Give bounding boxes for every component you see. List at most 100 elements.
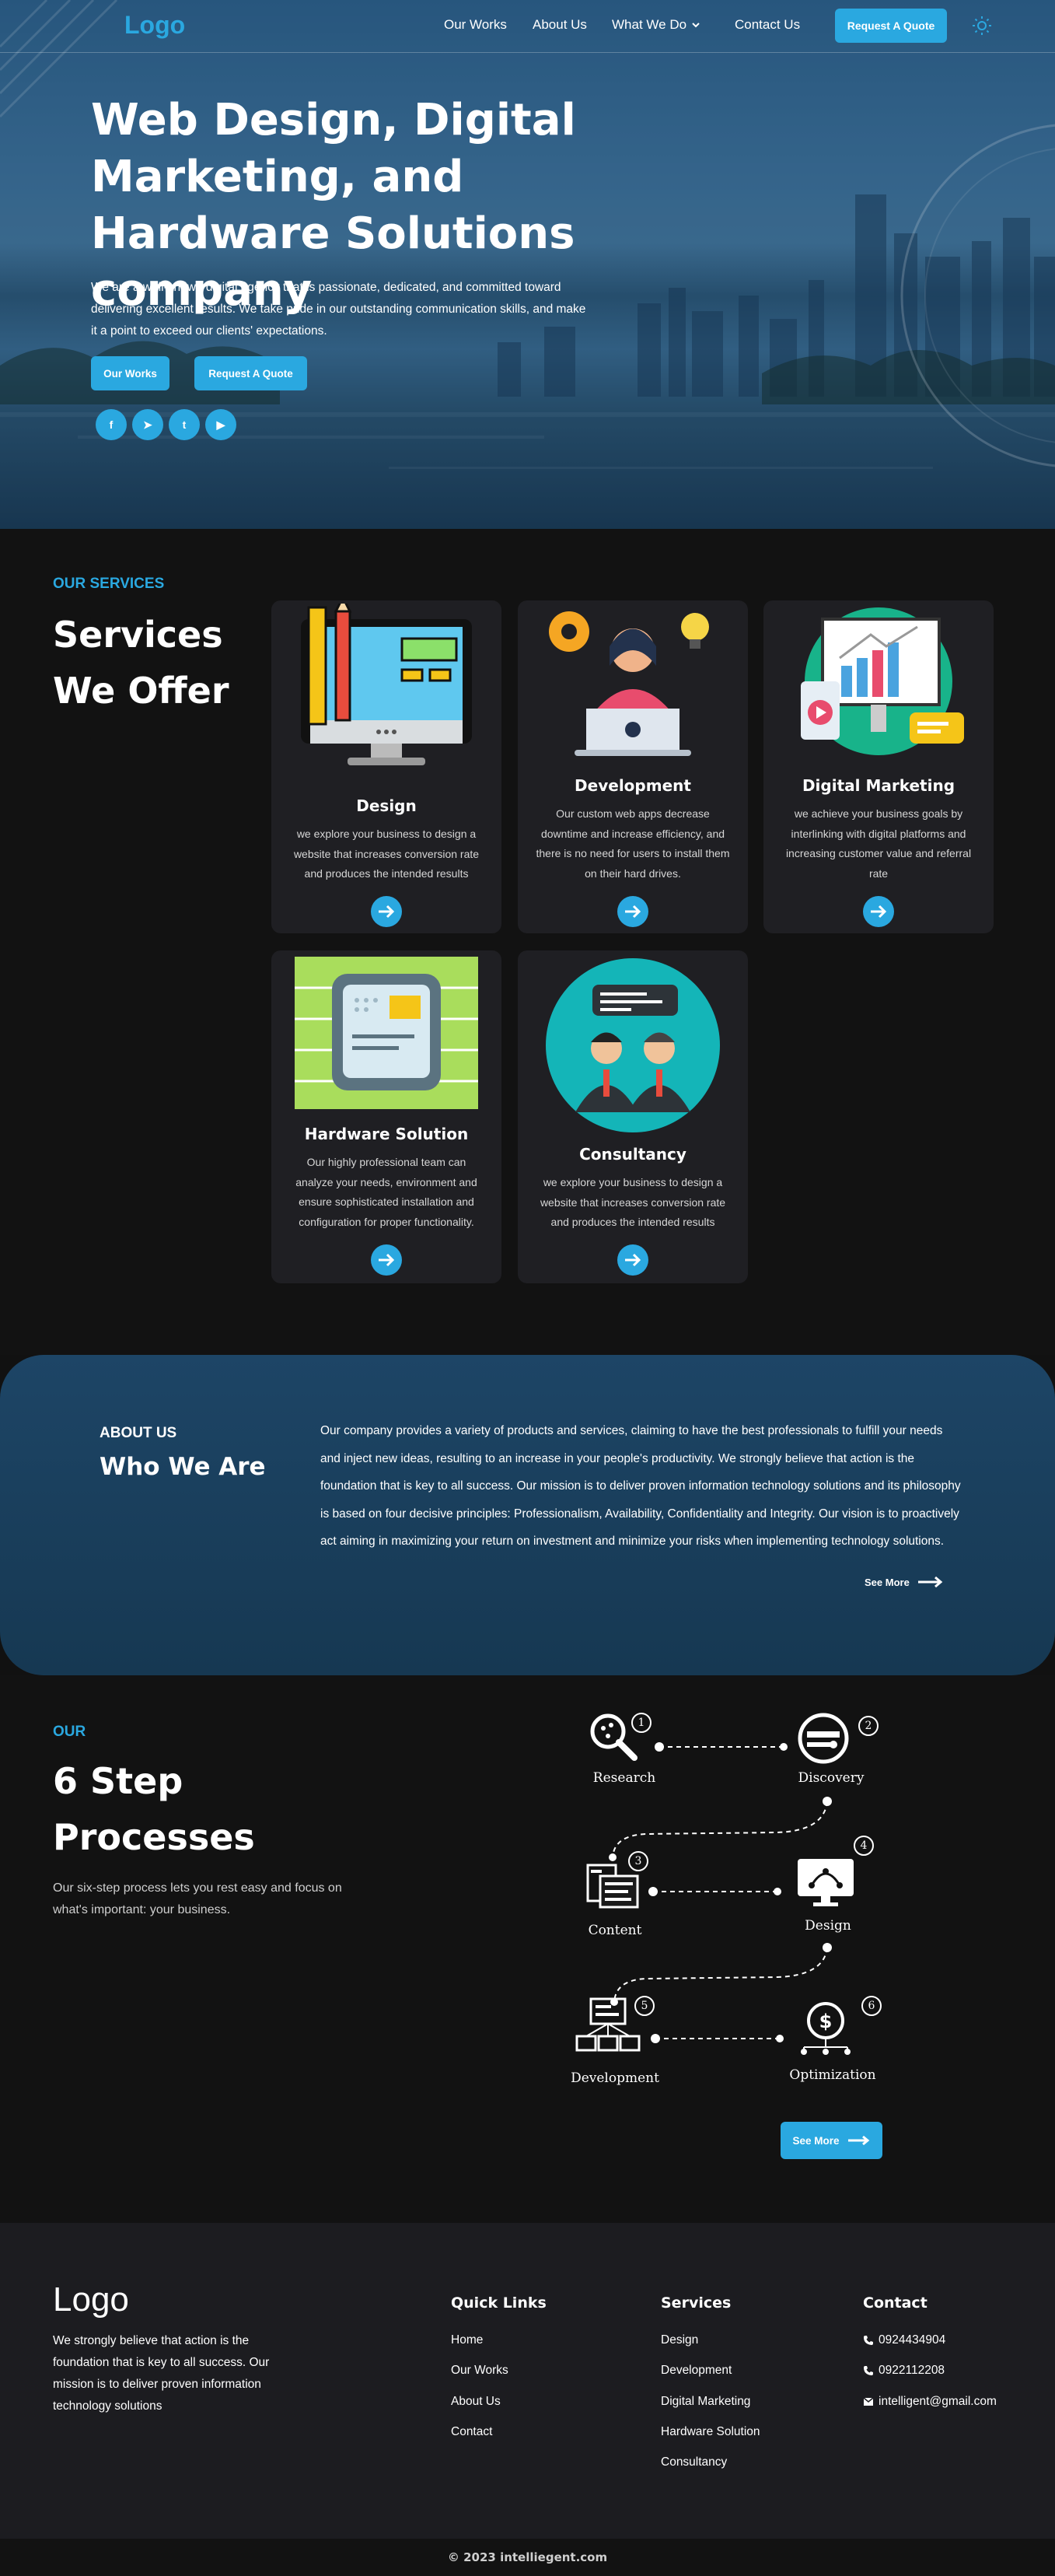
service-card-design[interactable]: Design we explore your business to desig…	[271, 600, 501, 933]
footer-link-contact[interactable]: Contact	[451, 2425, 492, 2439]
service-card-title: Digital Marketing	[802, 776, 955, 795]
step-label-development: Development	[571, 2070, 659, 2086]
mail-icon	[863, 2397, 874, 2406]
service-card-description: we achieve your business goals by interl…	[785, 807, 972, 880]
copyright-text: © 2023 intelliegent.com	[447, 2550, 608, 2564]
arrow-right-icon[interactable]	[371, 896, 402, 927]
hero-description: We are a well-known digital agency that …	[91, 281, 586, 338]
telegram-icon[interactable]: ➤	[132, 409, 163, 440]
footer-email[interactable]: intelligent@gmail.com	[863, 2395, 997, 2409]
top-navbar: Logo Our Works About Us What We Do Conta…	[0, 0, 1055, 53]
nav-link-about-us[interactable]: About Us	[533, 17, 587, 33]
process-eyebrow: OUR	[53, 1724, 86, 1740]
optimization-icon: $	[801, 2002, 851, 2055]
process-section: OUR 6 Step Processes Our six-step proces…	[0, 1675, 1055, 2223]
design-monitor-icon	[798, 1859, 854, 1906]
footer-services-title: Services	[661, 2294, 732, 2312]
step-number-5: 5	[634, 1996, 655, 2016]
footer-contact-title: Contact	[863, 2294, 927, 2312]
process-heading-line2: Processes	[53, 1816, 255, 1858]
footer-service-hardware-solution[interactable]: Hardware Solution	[661, 2425, 760, 2439]
footer-logo[interactable]: Logo	[53, 2280, 129, 2319]
service-card-hardware-solution[interactable]: Hardware Solution Our highly professiona…	[271, 950, 501, 1283]
arrow-right-icon	[917, 1576, 943, 1588]
process-description: Our six-step process lets you rest easy …	[53, 1881, 342, 1916]
footer: Logo We strongly believe that action is …	[0, 2223, 1055, 2539]
service-card-title: Design	[356, 796, 417, 815]
nav-link-our-works[interactable]: Our Works	[444, 17, 507, 33]
footer-link-home[interactable]: Home	[451, 2333, 483, 2347]
hero-section: Logo Our Works About Us What We Do Conta…	[0, 0, 1055, 529]
request-quote-button[interactable]: Request A Quote	[835, 9, 947, 43]
phone-icon	[864, 2336, 873, 2345]
step-label-design: Design	[805, 1918, 851, 1934]
service-card-development[interactable]: Development Our custom web apps decrease…	[518, 600, 748, 933]
development-illustration	[549, 611, 709, 756]
arrow-right-icon[interactable]	[617, 896, 648, 927]
step-number-6: 6	[861, 1996, 882, 2016]
nav-link-what-we-do-label: What We Do	[612, 17, 687, 32]
phone-number: 0922112208	[879, 2364, 945, 2377]
step-number-4: 4	[854, 1836, 874, 1856]
step-label-research: Research	[592, 1770, 656, 1786]
step-number-3: 3	[628, 1851, 648, 1871]
step-number-2: 2	[858, 1716, 879, 1736]
about-see-more-link[interactable]: See More	[865, 1576, 944, 1588]
process-see-more-button[interactable]: See More	[781, 2122, 882, 2159]
see-more-label: See More	[865, 1576, 910, 1588]
see-more-label: See More	[792, 2134, 840, 2147]
about-heading: Who We Are	[100, 1453, 266, 1481]
facebook-icon[interactable]: f	[96, 409, 127, 440]
digital-marketing-illustration	[801, 607, 964, 755]
our-works-button[interactable]: Our Works	[91, 356, 169, 390]
arrow-right-icon	[847, 2135, 869, 2146]
service-card-description: we explore your business to design a web…	[540, 1176, 726, 1228]
svg-text:$: $	[819, 2011, 833, 2032]
twitter-icon[interactable]: t	[169, 409, 200, 440]
discovery-icon	[798, 1713, 849, 1764]
arrow-right-icon[interactable]	[371, 1244, 402, 1276]
hero-request-quote-button[interactable]: Request A Quote	[194, 356, 307, 390]
services-section: OUR SERVICES Services We Offer Design we…	[0, 529, 1055, 1355]
step-label-content: Content	[588, 1923, 642, 1938]
footer-link-our-works[interactable]: Our Works	[451, 2364, 508, 2378]
footer-phone-1[interactable]: 0924434904	[863, 2333, 945, 2347]
step-label-discovery: Discovery	[798, 1770, 865, 1786]
service-card-digital-marketing[interactable]: Digital Marketing we achieve your busine…	[763, 600, 994, 933]
process-heading-line1: 6 Step	[53, 1760, 183, 1802]
footer-link-about-us[interactable]: About Us	[451, 2395, 501, 2409]
logo[interactable]: Logo	[124, 11, 185, 40]
sun-icon[interactable]	[972, 16, 992, 36]
service-card-description: Our highly professional team can analyze…	[295, 1156, 477, 1228]
about-eyebrow: ABOUT US	[100, 1425, 177, 1441]
footer-service-design[interactable]: Design	[661, 2333, 698, 2347]
arrow-right-icon[interactable]	[863, 896, 894, 927]
footer-service-development[interactable]: Development	[661, 2364, 732, 2378]
email-address: intelligent@gmail.com	[879, 2395, 997, 2408]
footer-quick-links-title: Quick Links	[451, 2294, 547, 2312]
step-number-1: 1	[631, 1713, 652, 1733]
hardware-illustration	[295, 957, 478, 1109]
about-text: Our company provides a variety of produc…	[320, 1424, 961, 1548]
service-card-description: Our custom web apps decrease downtime an…	[536, 807, 730, 880]
phone-icon	[864, 2366, 873, 2375]
nav-link-what-we-do[interactable]: What We Do	[612, 17, 700, 33]
development-icon	[575, 1997, 641, 2052]
design-illustration	[301, 604, 472, 765]
process-heading: 6 Step Processes	[53, 1753, 255, 1865]
service-card-title: Hardware Solution	[304, 1125, 469, 1143]
footer-phone-2[interactable]: 0922112208	[863, 2364, 945, 2378]
youtube-icon[interactable]: ▶	[205, 409, 236, 440]
arrow-right-icon[interactable]	[617, 1244, 648, 1276]
footer-service-digital-marketing[interactable]: Digital Marketing	[661, 2395, 750, 2409]
service-card-title: Development	[575, 776, 691, 795]
copyright-bar: © 2023 intelliegent.com	[0, 2539, 1055, 2576]
services-heading-line1: Services	[53, 614, 223, 656]
services-eyebrow: OUR SERVICES	[53, 576, 165, 592]
services-heading-line2: We Offer	[53, 670, 229, 712]
nav-link-contact-us[interactable]: Contact Us	[735, 17, 800, 33]
footer-about-text: We strongly believe that action is the f…	[53, 2334, 270, 2413]
footer-service-consultancy[interactable]: Consultancy	[661, 2455, 727, 2469]
services-heading: Services We Offer	[53, 607, 229, 719]
service-card-consultancy[interactable]: Consultancy we explore your business to …	[518, 950, 748, 1283]
